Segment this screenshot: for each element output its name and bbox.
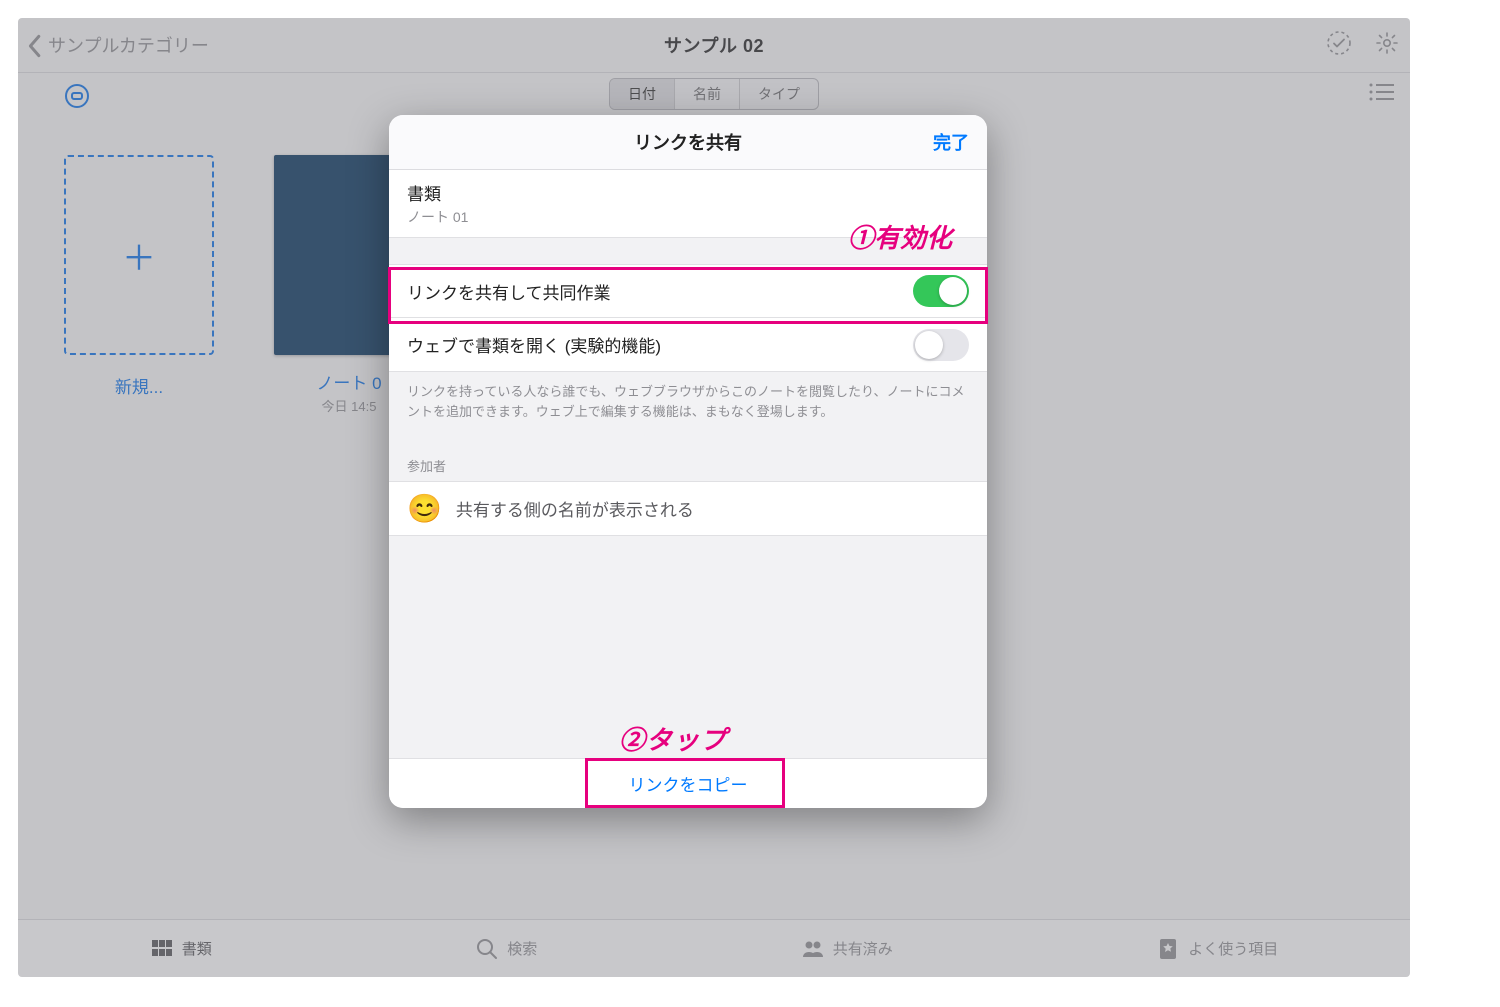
tab-label: 検索	[507, 938, 537, 959]
participants-header: 参加者	[389, 438, 987, 481]
row-label: ウェブで書類を開く (実験的機能)	[407, 332, 661, 357]
back-label: サンプルカテゴリー	[48, 32, 209, 58]
toolbar: 日付 名前 タイプ	[18, 73, 1410, 115]
modal-title: リンクを共有	[634, 129, 742, 155]
gear-icon	[1374, 30, 1400, 56]
tab-search[interactable]: 検索	[475, 937, 537, 961]
seg-date[interactable]: 日付	[610, 79, 674, 109]
done-button[interactable]: 完了	[933, 129, 969, 155]
participant-placeholder: 共有する側の名前が表示される	[456, 496, 694, 521]
modal-footer: リンクをコピー	[389, 758, 987, 808]
view-list-button[interactable]	[1368, 81, 1396, 108]
people-icon	[801, 937, 825, 961]
sort-segmented-control[interactable]: 日付 名前 タイプ	[609, 78, 819, 110]
modal-header: リンクを共有 完了	[389, 115, 987, 170]
search-icon	[475, 937, 499, 961]
tab-documents[interactable]: 書類	[150, 937, 212, 961]
sync-icon	[62, 81, 92, 111]
tab-favorites[interactable]: よく使う項目	[1156, 937, 1278, 961]
participant-row: 😊 共有する側の名前が表示される	[389, 481, 987, 536]
open-web-toggle[interactable]	[913, 329, 969, 361]
share-collab-toggle[interactable]	[913, 275, 969, 307]
chevron-left-icon	[26, 34, 42, 58]
tabbar: 書類 検索 共有済み よく使う項目	[18, 919, 1410, 977]
help-text: リンクを持っている人なら誰でも、ウェブブラウザからこのノートを閲覧したり、ノート…	[389, 372, 987, 438]
tab-label: 共有済み	[833, 938, 893, 959]
smile-emoji-icon: 😊	[407, 492, 442, 525]
select-button[interactable]	[1326, 30, 1352, 61]
share-collab-row[interactable]: リンクを共有して共同作業	[389, 264, 987, 318]
doc-heading: 書類	[407, 180, 969, 205]
navbar: サンプルカテゴリー サンプル 02	[18, 18, 1410, 73]
plus-icon: ＋	[122, 231, 156, 280]
page-title: サンプル 02	[664, 32, 764, 58]
sync-button[interactable]	[60, 79, 94, 113]
row-label: リンクを共有して共同作業	[407, 279, 611, 304]
tab-label: よく使う項目	[1188, 938, 1278, 959]
copy-link-button[interactable]: リンクをコピー	[629, 771, 748, 796]
tab-shared[interactable]: 共有済み	[801, 937, 893, 961]
annotation-text-1: ①有効化	[848, 218, 952, 255]
app-root: サンプルカテゴリー サンプル 02 日付 名前 タイプ ＋ 新規...	[18, 18, 1410, 977]
dashed-check-icon	[1326, 30, 1352, 56]
open-web-row[interactable]: ウェブで書類を開く (実験的機能)	[389, 318, 987, 372]
settings-button[interactable]	[1374, 30, 1400, 61]
seg-name[interactable]: 名前	[674, 79, 739, 109]
grid-icon	[150, 937, 174, 961]
new-label: 新規...	[64, 373, 214, 398]
seg-type[interactable]: タイプ	[739, 79, 818, 109]
list-icon	[1368, 81, 1396, 103]
back-button[interactable]: サンプルカテゴリー	[26, 32, 209, 58]
tab-label: 書類	[182, 938, 212, 959]
star-bookmark-icon	[1156, 937, 1180, 961]
new-document-tile[interactable]: ＋ 新規...	[64, 155, 214, 415]
annotation-text-2: ②タップ	[619, 720, 727, 757]
